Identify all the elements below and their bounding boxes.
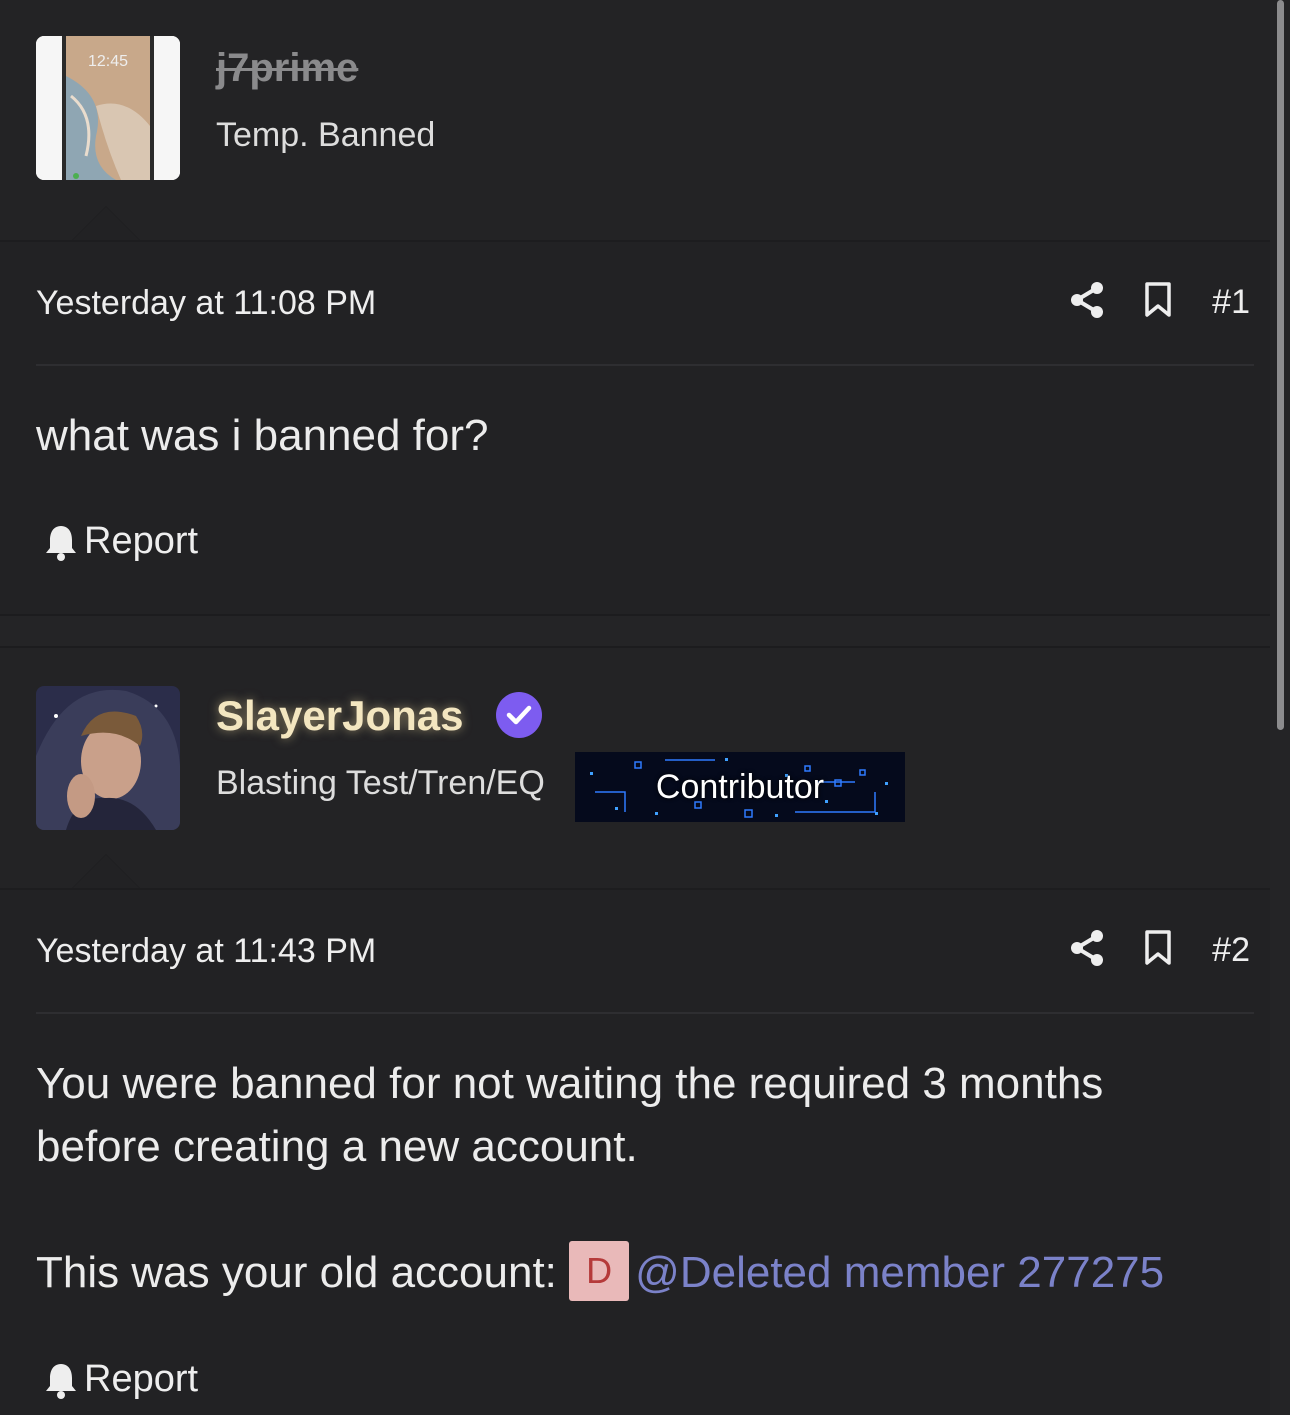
- report-button[interactable]: Report: [44, 1358, 198, 1401]
- post-text-line: before creating a new account.: [36, 1122, 638, 1171]
- post-actions: #1: [1070, 282, 1250, 323]
- user-title: Blasting Test/Tren/EQ: [216, 764, 545, 802]
- scrollbar-thumb[interactable]: [1277, 0, 1284, 730]
- scrollbar[interactable]: [1270, 0, 1290, 1413]
- post-2: Yesterday at 11:43 PM #2 You were banned…: [0, 888, 1270, 1415]
- post-timestamp[interactable]: Yesterday at 11:08 PM: [36, 284, 376, 323]
- post-1-header: 12:45 j7prime Temp. Banned: [0, 0, 1270, 240]
- avatar-clock-text: 12:45: [88, 53, 128, 70]
- post-pointer-caret: [72, 206, 140, 240]
- bookmark-icon[interactable]: [1144, 282, 1172, 323]
- user-avatar[interactable]: 12:45: [36, 36, 180, 180]
- bell-icon: [46, 525, 76, 561]
- phone-wallpaper-avatar-image: 12:45: [36, 36, 180, 180]
- post-timestamp[interactable]: Yesterday at 11:43 PM: [36, 932, 376, 971]
- post-body: You were banned for not waiting the requ…: [36, 1052, 1236, 1309]
- post-divider: [36, 1012, 1254, 1014]
- post-number[interactable]: #2: [1212, 931, 1250, 970]
- user-title: Temp. Banned: [216, 116, 436, 154]
- username[interactable]: j7prime: [216, 46, 358, 91]
- post-number[interactable]: #1: [1212, 283, 1250, 322]
- mention-avatar[interactable]: D: [569, 1241, 630, 1302]
- share-icon[interactable]: [1070, 282, 1104, 323]
- portrait-avatar-image: [36, 686, 180, 830]
- share-icon[interactable]: [1070, 930, 1104, 971]
- bell-icon: [46, 1363, 76, 1399]
- contributor-badge: Contributor: [575, 752, 905, 822]
- username[interactable]: SlayerJonas: [216, 692, 464, 740]
- verified-check-icon: [496, 692, 542, 743]
- post-body: what was i banned for?: [36, 404, 1236, 467]
- post-divider: [36, 364, 1254, 366]
- report-label: Report: [84, 1358, 199, 1400]
- post-text-line: what was i banned for?: [36, 411, 489, 460]
- post-1: Yesterday at 11:08 PM #1 what was i bann…: [0, 240, 1270, 616]
- report-button[interactable]: Report: [44, 520, 198, 563]
- badge-label: Contributor: [655, 767, 825, 806]
- post-separator: [0, 614, 1270, 648]
- user-avatar[interactable]: [36, 686, 180, 830]
- old-account-line: This was your old account: D @Deleted mem…: [36, 1241, 1236, 1309]
- post-text-line: You were banned for not waiting the requ…: [36, 1059, 1104, 1108]
- post-pointer-caret: [72, 854, 140, 888]
- user-mention-link[interactable]: @Deleted member 277275: [635, 1248, 1164, 1297]
- bookmark-icon[interactable]: [1144, 930, 1172, 971]
- old-account-prefix: This was your old account:: [36, 1248, 557, 1297]
- report-label: Report: [84, 520, 199, 562]
- post-actions: #2: [1070, 930, 1250, 971]
